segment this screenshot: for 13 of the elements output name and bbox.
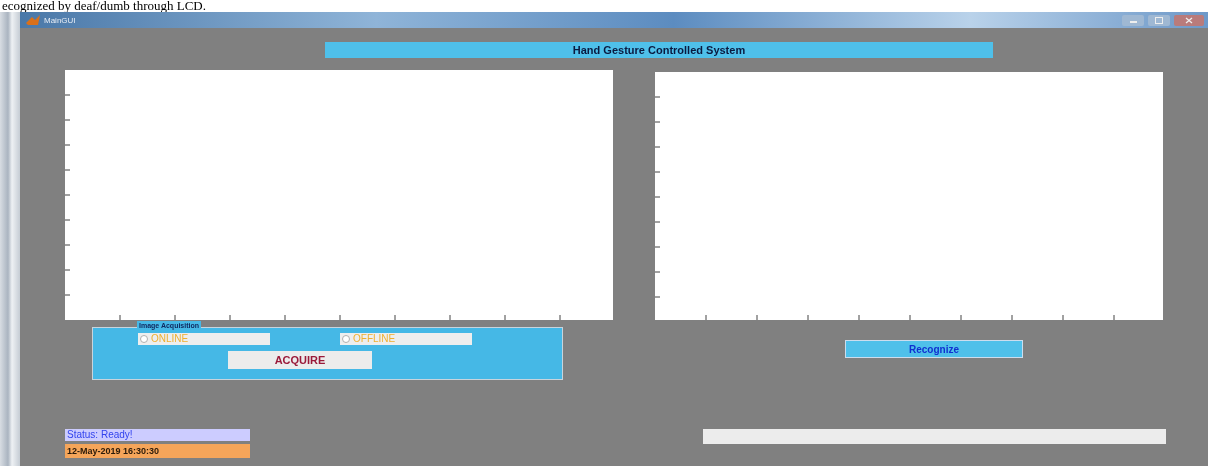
window-title: MainGUI bbox=[44, 15, 76, 25]
timestamp-text: 12-May-2019 16:30:30 bbox=[65, 444, 250, 458]
app-icon bbox=[26, 15, 40, 25]
status-text: Status: Ready! bbox=[65, 429, 250, 441]
minimize-button[interactable] bbox=[1122, 14, 1144, 26]
radio-label: OFFLINE bbox=[353, 333, 396, 345]
close-icon bbox=[1185, 16, 1193, 24]
acquire-button[interactable]: ACQUIRE bbox=[228, 351, 372, 369]
close-button[interactable] bbox=[1174, 14, 1204, 26]
maximize-button[interactable] bbox=[1148, 14, 1170, 26]
radio-label: ONLINE bbox=[151, 333, 189, 345]
recognize-button[interactable]: Recognize bbox=[845, 340, 1023, 358]
banner-title: Hand Gesture Controlled System bbox=[325, 42, 993, 58]
